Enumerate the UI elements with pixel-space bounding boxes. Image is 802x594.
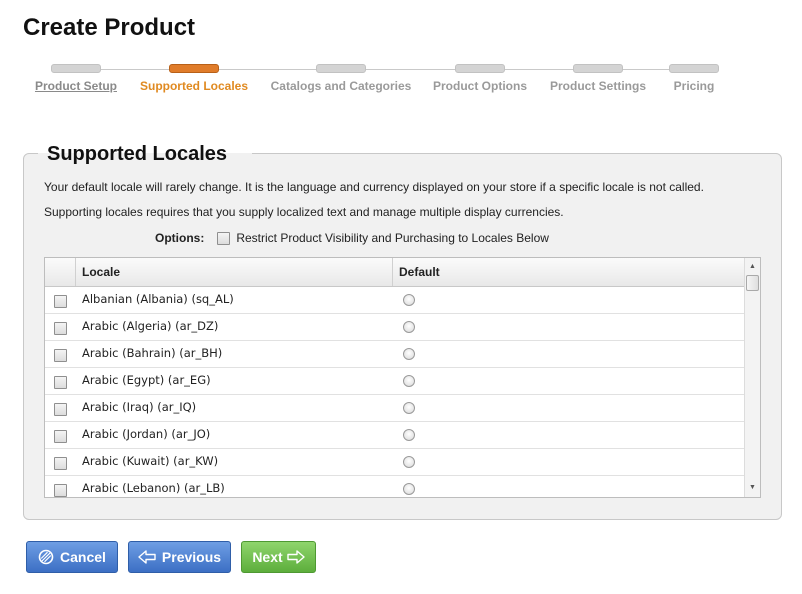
- scroll-down-arrow-icon[interactable]: ▼: [745, 481, 760, 495]
- table-row: Albanian (Albania) (sq_AL): [45, 287, 760, 314]
- wizard-step-pricing: Pricing: [660, 64, 728, 93]
- default-radio[interactable]: [403, 348, 415, 360]
- table-row: Arabic (Jordan) (ar_JO): [45, 422, 760, 449]
- step-indicator: [169, 64, 219, 73]
- default-radio[interactable]: [403, 402, 415, 414]
- row-checkbox[interactable]: [54, 349, 67, 362]
- default-radio[interactable]: [403, 483, 415, 495]
- grid-scrollbar[interactable]: ▲ ▼: [744, 258, 760, 497]
- locale-name: Arabic (Kuwait) (ar_KW): [82, 454, 219, 468]
- locale-name: Arabic (Iraq) (ar_IQ): [82, 400, 197, 414]
- restrict-visibility-label[interactable]: Restrict Product Visibility and Purchasi…: [236, 231, 549, 245]
- row-checkbox[interactable]: [54, 403, 67, 416]
- supported-locales-panel: Supported Locales Your default locale wi…: [23, 143, 782, 520]
- wizard-step-supported-locales: Supported Locales: [138, 64, 250, 93]
- row-checkbox[interactable]: [54, 457, 67, 470]
- header-select-column: [45, 258, 76, 286]
- step-indicator: [455, 64, 505, 73]
- step-indicator: [316, 64, 366, 73]
- locale-name: Arabic (Egypt) (ar_EG): [82, 373, 211, 387]
- default-radio[interactable]: [403, 375, 415, 387]
- row-checkbox[interactable]: [54, 322, 67, 335]
- cancel-button-label: Cancel: [60, 549, 106, 565]
- next-button[interactable]: Next: [241, 541, 316, 573]
- step-label: Supported Locales: [139, 79, 249, 93]
- step-indicator: [573, 64, 623, 73]
- row-checkbox[interactable]: [54, 376, 67, 389]
- panel-legend: Supported Locales: [47, 143, 228, 165]
- cancel-circle-icon: [38, 549, 54, 565]
- default-radio[interactable]: [403, 321, 415, 333]
- restrict-visibility-checkbox[interactable]: [217, 231, 231, 245]
- locales-grid: Locale Default Albanian (Albania) (sq_AL…: [44, 257, 761, 498]
- description-default-locale: Your default locale will rarely change. …: [44, 180, 704, 194]
- wizard-step-product-setup[interactable]: Product Setup: [20, 64, 132, 93]
- options-row: Options: Restrict Product Visibility and…: [155, 231, 549, 245]
- arrow-left-icon: [138, 550, 156, 564]
- table-row: Arabic (Lebanon) (ar_LB): [45, 476, 760, 497]
- table-row: Arabic (Algeria) (ar_DZ): [45, 314, 760, 341]
- table-row: Arabic (Kuwait) (ar_KW): [45, 449, 760, 476]
- table-row: Arabic (Bahrain) (ar_BH): [45, 341, 760, 368]
- page-title: Create Product: [23, 14, 196, 41]
- default-radio[interactable]: [403, 456, 415, 468]
- step-label: Pricing: [673, 79, 715, 93]
- default-radio[interactable]: [403, 429, 415, 441]
- cancel-button[interactable]: Cancel: [26, 541, 118, 573]
- wizard-step-product-settings: Product Settings: [548, 64, 648, 93]
- options-label: Options:: [155, 231, 205, 245]
- locale-name: Arabic (Jordan) (ar_JO): [82, 427, 211, 441]
- locale-name: Arabic (Bahrain) (ar_BH): [82, 346, 223, 360]
- scroll-thumb[interactable]: [746, 275, 759, 291]
- next-button-label: Next: [252, 549, 283, 565]
- scroll-up-arrow-icon[interactable]: ▲: [745, 260, 760, 274]
- step-label: Product Options: [433, 79, 527, 93]
- previous-button-label: Previous: [161, 549, 222, 565]
- description-supporting-locales: Supporting locales requires that you sup…: [44, 205, 564, 219]
- wizard-steps: Product Setup Supported Locales Catalogs…: [20, 64, 740, 104]
- grid-header: Locale Default: [45, 258, 760, 287]
- table-row: Arabic (Egypt) (ar_EG): [45, 368, 760, 395]
- locale-name: Albanian (Albania) (sq_AL): [82, 292, 234, 306]
- row-checkbox[interactable]: [54, 430, 67, 443]
- row-checkbox[interactable]: [54, 484, 67, 497]
- wizard-step-catalogs-and-categories: Catalogs and Categories: [270, 64, 412, 93]
- arrow-right-icon: [286, 550, 305, 564]
- row-checkbox[interactable]: [54, 295, 67, 308]
- locale-name: Arabic (Algeria) (ar_DZ): [82, 319, 219, 333]
- header-locale[interactable]: Locale: [76, 258, 393, 286]
- locale-name: Arabic (Lebanon) (ar_LB): [82, 481, 225, 495]
- wizard-step-product-options: Product Options: [430, 64, 530, 93]
- default-radio[interactable]: [403, 294, 415, 306]
- step-label[interactable]: Product Setup: [20, 79, 132, 93]
- table-row: Arabic (Iraq) (ar_IQ): [45, 395, 760, 422]
- step-indicator: [51, 64, 101, 73]
- step-indicator: [669, 64, 719, 73]
- header-default[interactable]: Default: [393, 258, 760, 286]
- step-label: Product Settings: [549, 79, 646, 93]
- previous-button[interactable]: Previous: [128, 541, 231, 573]
- step-label: Catalogs and Categories: [270, 79, 412, 93]
